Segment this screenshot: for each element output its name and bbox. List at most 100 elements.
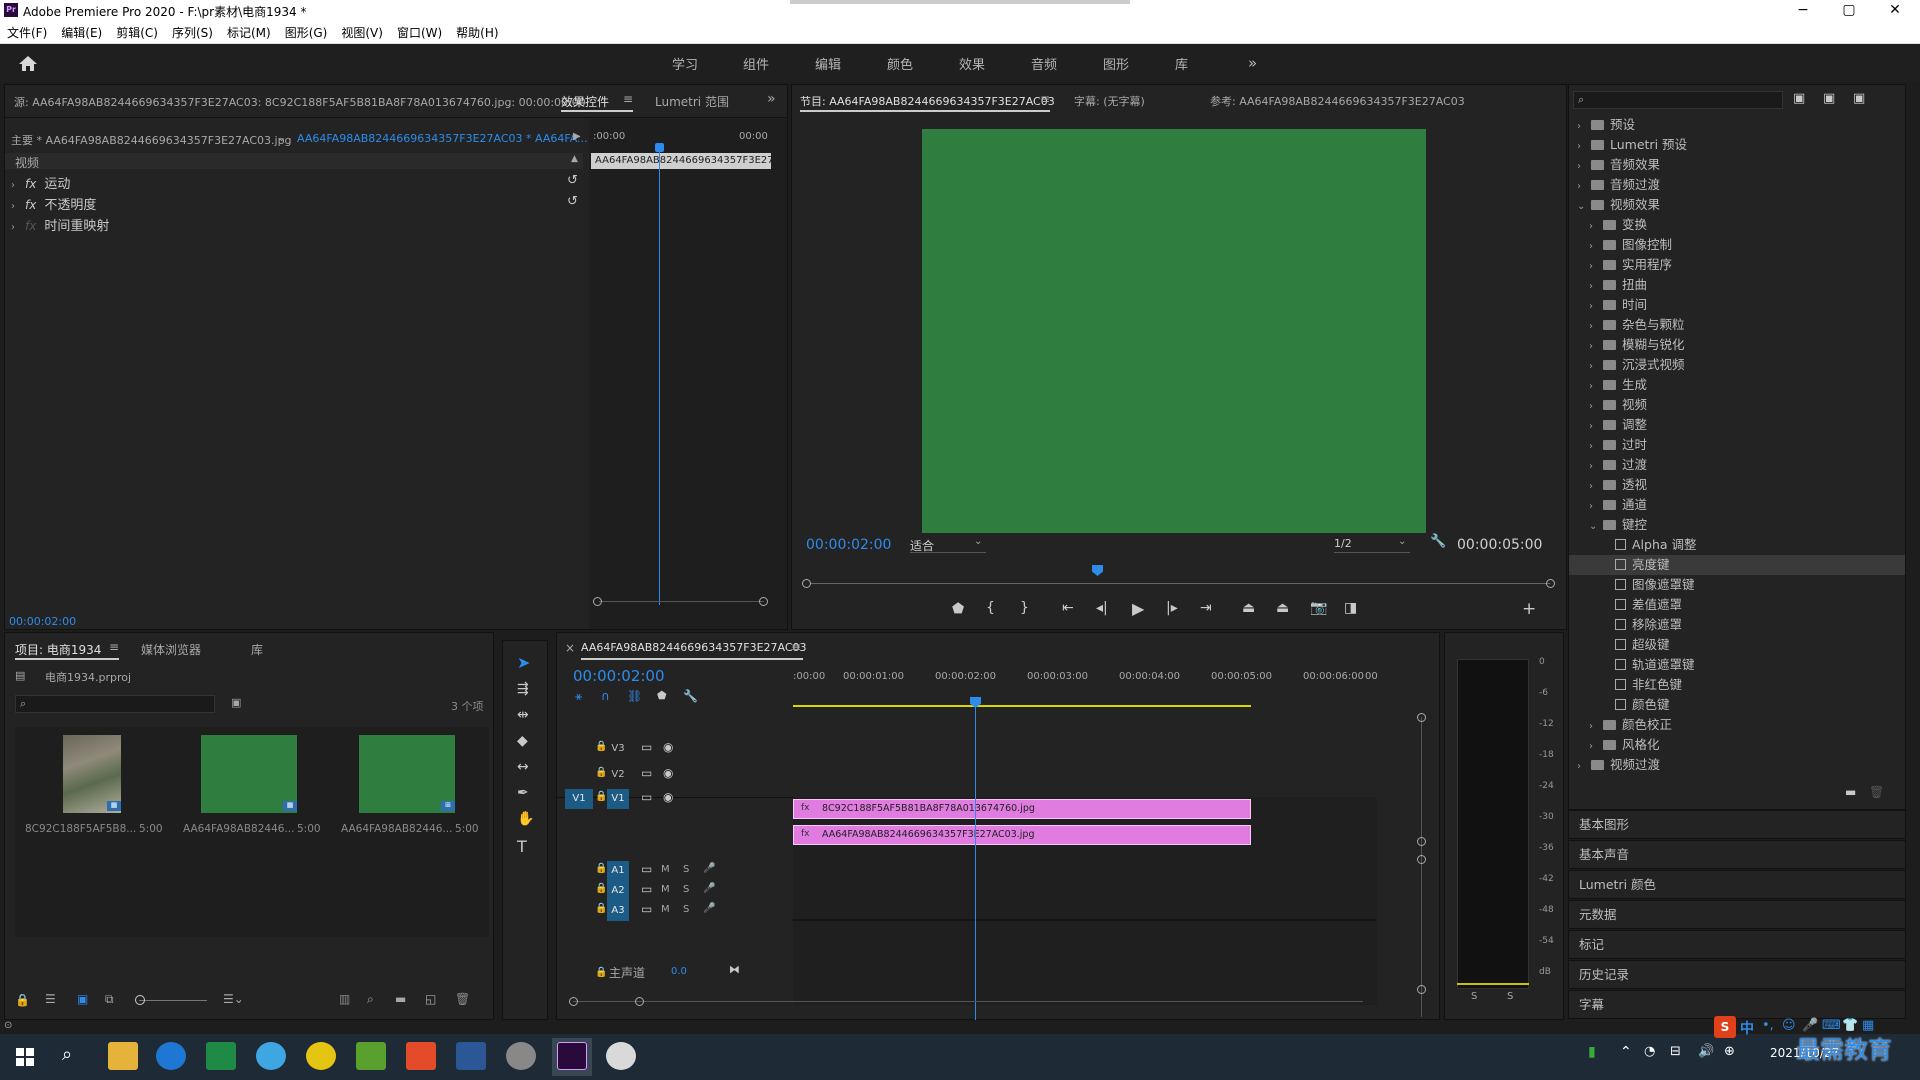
toggle-track-output-icon[interactable]: ◉ [663,790,673,804]
chevron-right-icon[interactable]: › [1589,737,1603,757]
effects-tree-item[interactable]: › 杂色与颗粒 [1569,315,1905,335]
linked-selection-icon[interactable]: ⛓ [627,689,642,703]
effect-row-motion[interactable]: › fx 运动 ↺ [5,173,583,193]
work-area-bar[interactable] [793,705,1251,707]
collapsed-panel-header[interactable]: 基本声音 [1568,840,1906,869]
master-clip-label[interactable]: 主要 * AA64FA98AB8244669634357F3E27AC03.jp… [11,132,292,148]
chevron-right-icon[interactable]: › [1589,417,1603,437]
zoom-slider-handle[interactable] [135,995,145,1005]
comparison-view-icon[interactable]: ◨ [1344,600,1357,616]
sort-icon[interactable]: ☰⌄ [223,992,244,1006]
close-sequence-icon[interactable]: × [565,641,575,655]
tray-up-icon[interactable]: ⌃ [1620,1044,1632,1060]
clip-v2[interactable]: 8C92C188F5AF5B81BA8F78A013674760.jpg [793,799,1251,819]
sogou-ime-icon[interactable]: S [1714,1016,1736,1038]
new-bin-icon[interactable]: ▬ [395,992,406,1006]
workspace-assembly[interactable]: 组件 [743,54,769,73]
tab-project[interactable]: 项目: 电商1934 [15,641,101,658]
resolution-dropdown[interactable]: 1/2 ⌄ [1334,535,1410,553]
chevron-right-icon[interactable]: › [1589,217,1603,237]
chevron-right-icon[interactable]: › [1589,437,1603,457]
zoom-handle-left[interactable] [802,579,811,588]
tab-library[interactable]: 库 [251,641,263,658]
tab-program[interactable]: 节目: AA64FA98AB8244669634357F3E27AC03 [800,93,1055,109]
chevron-right-icon[interactable]: › [1589,277,1603,297]
effects-tree-item[interactable]: › 透视 [1569,475,1905,495]
add-marker-icon[interactable]: ⬟ [952,601,964,617]
mini-playhead-handle[interactable] [655,143,664,152]
h-scroll-handle-left[interactable] [569,997,578,1006]
chevron-right-icon[interactable]: › [1589,297,1603,317]
excel-icon[interactable] [206,1042,236,1070]
workspace-graphics[interactable]: 图形 [1103,54,1129,73]
tab-reference[interactable]: 参考: AA64FA98AB8244669634357F3E27AC03 [1210,93,1465,109]
track-lock-icon[interactable]: 🔒 [595,903,607,914]
workspace-audio[interactable]: 音频 [1031,54,1057,73]
tray-network-icon[interactable]: ⊟ [1670,1044,1681,1059]
effects-tree-item[interactable]: ⌄ 键控 [1569,515,1905,535]
item-name-2[interactable]: AA64FA98AB82446... [183,823,294,835]
collapse-icon[interactable]: ▲ [571,154,578,164]
workspace-libraries[interactable]: 库 [1175,54,1188,73]
ime-emoji-icon[interactable]: ☺ [1782,1018,1796,1033]
collapsed-panel-header[interactable]: Lumetri 颜色 [1568,870,1906,899]
track-select-tool-icon[interactable]: ⇶ [517,681,529,697]
effects-tree-item[interactable]: › 沉浸式视频 [1569,355,1905,375]
chevron-right-icon[interactable]: › [1589,357,1603,377]
play-icon[interactable]: ▶ [1132,599,1144,618]
chevron-down-icon[interactable]: ⌄ [1589,517,1603,537]
panel-menu-icon[interactable]: ≡ [791,640,801,654]
mute-button[interactable]: M [661,864,670,875]
slip-tool-icon[interactable]: ↔ [517,759,529,775]
chevron-right-icon[interactable]: › [1589,397,1603,417]
workspace-editing[interactable]: 编辑 [815,54,841,73]
razor-tool-icon[interactable]: ◆ [517,733,528,749]
effects-tree-item[interactable]: 超级键 [1569,635,1905,655]
effects-tree-item[interactable]: › 扭曲 [1569,275,1905,295]
track-lock-icon[interactable]: 🔒 [595,967,607,978]
effects-search-input[interactable]: ⌕ [1573,91,1783,109]
program-playhead[interactable] [1092,565,1103,576]
effects-tree-item[interactable]: › 颜色校正 [1569,715,1905,735]
source-patch-v1[interactable]: V1 [565,789,593,809]
zoom-handle-right[interactable] [759,597,768,606]
effects-tree-item[interactable]: › 视频 [1569,395,1905,415]
menu-help[interactable]: 帮助(H) [449,22,505,44]
item-name-3[interactable]: AA64FA98AB82446... [341,823,452,835]
track-target-v2[interactable]: V2 [607,765,629,785]
tab-effect-controls[interactable]: 效果控件 [561,93,609,110]
fit-dropdown[interactable]: 适合 ⌄ [910,535,986,553]
v-scroll-handle[interactable] [1417,985,1426,994]
delete-icon[interactable]: 🗑 [455,992,470,1006]
h-scroll-handle-right[interactable] [635,997,644,1006]
menu-view[interactable]: 视图(V) [334,22,390,44]
go-to-out-icon[interactable]: ⇥ [1200,600,1212,616]
workspace-learn[interactable]: 学习 [672,54,698,73]
ie-icon[interactable] [256,1042,286,1070]
chevron-right-icon[interactable]: › [1589,337,1603,357]
new-folder-icon[interactable]: ▬ [1845,785,1856,799]
effects-tree-item[interactable]: › 音频效果 [1569,155,1905,175]
effects-tree-item[interactable]: 图像遮罩键 [1569,575,1905,595]
menu-sequence[interactable]: 序列(S) [165,22,220,44]
menu-edit[interactable]: 编辑(E) [54,22,109,44]
chevron-right-icon[interactable]: › [1577,157,1591,177]
menu-graphics[interactable]: 图形(G) [278,22,335,44]
chevron-right-icon[interactable]: › [1577,117,1591,137]
browser-icon[interactable] [306,1042,336,1070]
zoom-handle-left[interactable] [593,597,602,606]
project-search-input[interactable]: ⌕ [15,695,215,713]
mini-clip-bar[interactable]: AA64FA98AB8244669634357F3E27 [591,153,771,169]
mute-button[interactable]: M [661,904,670,915]
collapsed-panel-header[interactable]: 历史记录 [1568,960,1906,989]
app-icon[interactable] [506,1042,536,1070]
v-scroll-handle[interactable] [1417,855,1426,864]
search-icon[interactable]: ⌕ [62,1044,72,1065]
lift-icon[interactable]: ⏏ [1242,600,1255,616]
mark-in-icon[interactable]: { [986,600,995,616]
yuv-effects-icon[interactable]: ▣ [1853,91,1865,106]
extract-icon[interactable]: ⏏ [1276,600,1289,616]
chevron-right-icon[interactable]: › [1589,457,1603,477]
effects-tree-item[interactable]: › 预设 [1569,115,1905,135]
effects-tree-item[interactable]: 非红色键 [1569,675,1905,695]
